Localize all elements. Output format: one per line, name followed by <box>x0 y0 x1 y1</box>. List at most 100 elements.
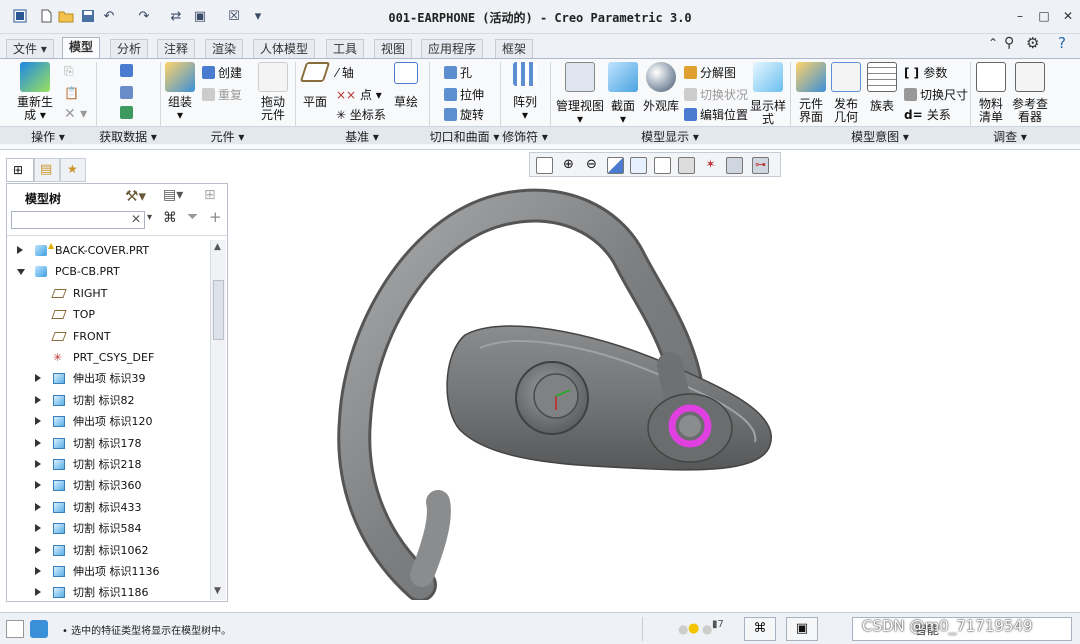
tab-render[interactable]: 渲染 <box>205 39 244 58</box>
scroll-down-icon[interactable]: ▼ <box>214 586 221 596</box>
publish-geometry-button[interactable]: 发布几何 <box>830 62 862 124</box>
tree-filter-settings-icon[interactable]: ⊞ <box>204 187 216 203</box>
tree-settings-icon[interactable]: ⚒▾ <box>125 187 146 205</box>
scroll-thumb[interactable] <box>213 280 224 340</box>
regenerate-button[interactable]: 重新生成 ▾ <box>12 62 58 122</box>
settings-icon[interactable]: ⚙ <box>1026 34 1039 52</box>
search-dropdown-icon[interactable]: ▾ <box>147 212 152 223</box>
expand-closed-icon[interactable] <box>35 524 41 533</box>
expand-open-icon[interactable] <box>17 269 25 276</box>
tree-item[interactable]: ▲ BACK-COVER.PRT <box>7 240 212 261</box>
expand-closed-icon[interactable] <box>35 588 41 597</box>
expand-closed-icon[interactable] <box>35 567 41 575</box>
find-icon[interactable]: ⌘ <box>744 617 776 641</box>
section-button[interactable]: 截面 ▾ <box>608 62 638 126</box>
group-components[interactable]: 元件 ▾ <box>160 128 295 145</box>
datum-display-icon[interactable]: ✶ <box>702 157 719 174</box>
family-table-button[interactable]: 族表 <box>866 62 898 113</box>
tree-item[interactable]: 切割 标识433 <box>7 497 212 518</box>
zoom-in-icon[interactable]: ⊕ <box>560 157 577 174</box>
folder-browser-tab[interactable]: ▤ <box>34 158 60 182</box>
tab-annotate[interactable]: 注释 <box>157 39 196 58</box>
model-tree-tab[interactable]: ⊞ <box>6 158 34 182</box>
tab-file[interactable]: 文件 ▾ <box>6 39 54 58</box>
tab-model[interactable]: 模型 <box>62 37 101 59</box>
collapse-ribbon-icon[interactable]: ⌃ <box>988 36 998 50</box>
edit-position-button[interactable]: 编辑位置 <box>684 106 748 123</box>
user-feature-icon[interactable] <box>120 64 136 78</box>
tree-item[interactable]: 切割 标识178 <box>7 433 212 454</box>
exploded-view-button[interactable]: 分解图 <box>684 64 736 81</box>
favorites-tab[interactable]: ★ <box>60 158 86 182</box>
tree-item[interactable]: FRONT <box>7 326 212 347</box>
close-icon[interactable]: ✕ <box>1060 9 1076 23</box>
add-column-icon[interactable]: + <box>209 208 222 226</box>
group-model-intent[interactable]: 模型意图 ▾ <box>790 128 970 145</box>
tree-scrollbar[interactable]: ▲ ▼ <box>210 240 226 600</box>
tree-show-icon[interactable]: ▤▾ <box>163 187 183 203</box>
scroll-up-icon[interactable]: ▲ <box>214 242 221 252</box>
point-button[interactable]: ×× 点 ▾ <box>336 86 382 103</box>
relations-button[interactable]: d= 关系 <box>904 106 951 123</box>
parameters-button[interactable]: [ ] 参数 <box>904 64 947 81</box>
plane-button[interactable]: 平面 <box>299 62 331 109</box>
expand-closed-icon[interactable] <box>17 246 23 254</box>
expand-closed-icon[interactable] <box>35 481 41 490</box>
group-operations[interactable]: 操作 ▾ <box>0 128 96 145</box>
component-interface-button[interactable]: 元件界面 <box>795 62 827 124</box>
tree-item[interactable]: 伸出项 标识39 <box>7 368 212 389</box>
tab-framework[interactable]: 框架 <box>495 39 534 58</box>
help-icon[interactable]: ? <box>1058 34 1066 52</box>
reference-viewer-button[interactable]: 参考查看器 <box>1010 62 1050 124</box>
group-datum[interactable]: 基准 ▾ <box>295 128 429 145</box>
revolve-button[interactable]: 旋转 <box>444 106 484 123</box>
tree-item[interactable]: 切割 标识82 <box>7 390 212 411</box>
zoom-out-icon[interactable]: ⊖ <box>583 157 600 174</box>
spin-center-icon[interactable]: ⊶ <box>752 157 769 174</box>
earphone-model[interactable] <box>330 180 790 600</box>
delete-icon[interactable]: ✕ ▾ <box>64 106 87 122</box>
tab-analysis[interactable]: 分析 <box>110 39 149 58</box>
group-modifiers[interactable]: 修饰符 ▾ <box>500 128 550 145</box>
tree-item[interactable]: 切割 标识584 <box>7 518 212 539</box>
tab-applications[interactable]: 应用程序 <box>421 39 484 58</box>
display-style-view-icon[interactable] <box>630 157 647 174</box>
tree-item[interactable]: 伸出项 标识120 <box>7 411 212 432</box>
group-cut-surface[interactable]: 切口和曲面 ▾ <box>429 128 500 145</box>
maximize-icon[interactable]: □ <box>1036 9 1052 23</box>
expand-closed-icon[interactable] <box>35 417 41 426</box>
create-button[interactable]: 创建 <box>202 64 242 81</box>
repaint-icon[interactable] <box>607 157 624 174</box>
tree-item[interactable]: 切割 标识360 <box>7 475 212 496</box>
tree-item[interactable]: TOP <box>7 304 212 325</box>
pattern-button[interactable]: 阵列 ▾ <box>510 62 540 122</box>
expand-closed-icon[interactable] <box>35 395 41 404</box>
extrude-button[interactable]: 拉伸 <box>444 86 484 103</box>
expand-closed-icon[interactable] <box>35 502 41 511</box>
view-manager-icon[interactable] <box>678 157 695 174</box>
regen-status-icon[interactable]: ▮7 <box>712 619 724 630</box>
expand-closed-icon[interactable] <box>35 460 41 468</box>
assemble-button[interactable]: 组装 ▾ <box>164 62 196 122</box>
tree-item[interactable]: 伸出项 标识1136 <box>7 561 212 582</box>
toggle-status-button[interactable]: 切换状况 <box>684 86 748 103</box>
group-investigate[interactable]: 调查 ▾ <box>970 128 1050 145</box>
tree-search-input[interactable]: ✕ <box>11 211 145 229</box>
csys-button[interactable]: ✳ 坐标系 <box>336 106 386 123</box>
tree-item[interactable]: PCB-CB.PRT <box>7 261 212 282</box>
tree-item[interactable]: 切割 标识1186 <box>7 582 212 600</box>
hole-button[interactable]: 孔 <box>444 64 472 81</box>
sketch-button[interactable]: 草绘 <box>392 62 420 109</box>
search-icon[interactable]: ⚲ <box>1004 35 1014 51</box>
saved-orientations-icon[interactable] <box>654 157 671 174</box>
tree-item[interactable]: 切割 标识218 <box>7 454 212 475</box>
tab-view[interactable]: 视图 <box>374 39 413 58</box>
copy-geometry-icon[interactable] <box>120 86 136 100</box>
appearance-button[interactable]: 外观库 <box>641 62 681 113</box>
copy-icon[interactable]: ⎘ <box>64 64 74 79</box>
paste-icon[interactable]: 📋 <box>64 86 79 100</box>
expand-closed-icon[interactable] <box>35 374 41 383</box>
minimize-icon[interactable]: – <box>1012 9 1028 23</box>
selection-filter-icon[interactable]: ▣ <box>786 617 818 641</box>
clear-search-icon[interactable]: ✕ <box>131 212 141 226</box>
